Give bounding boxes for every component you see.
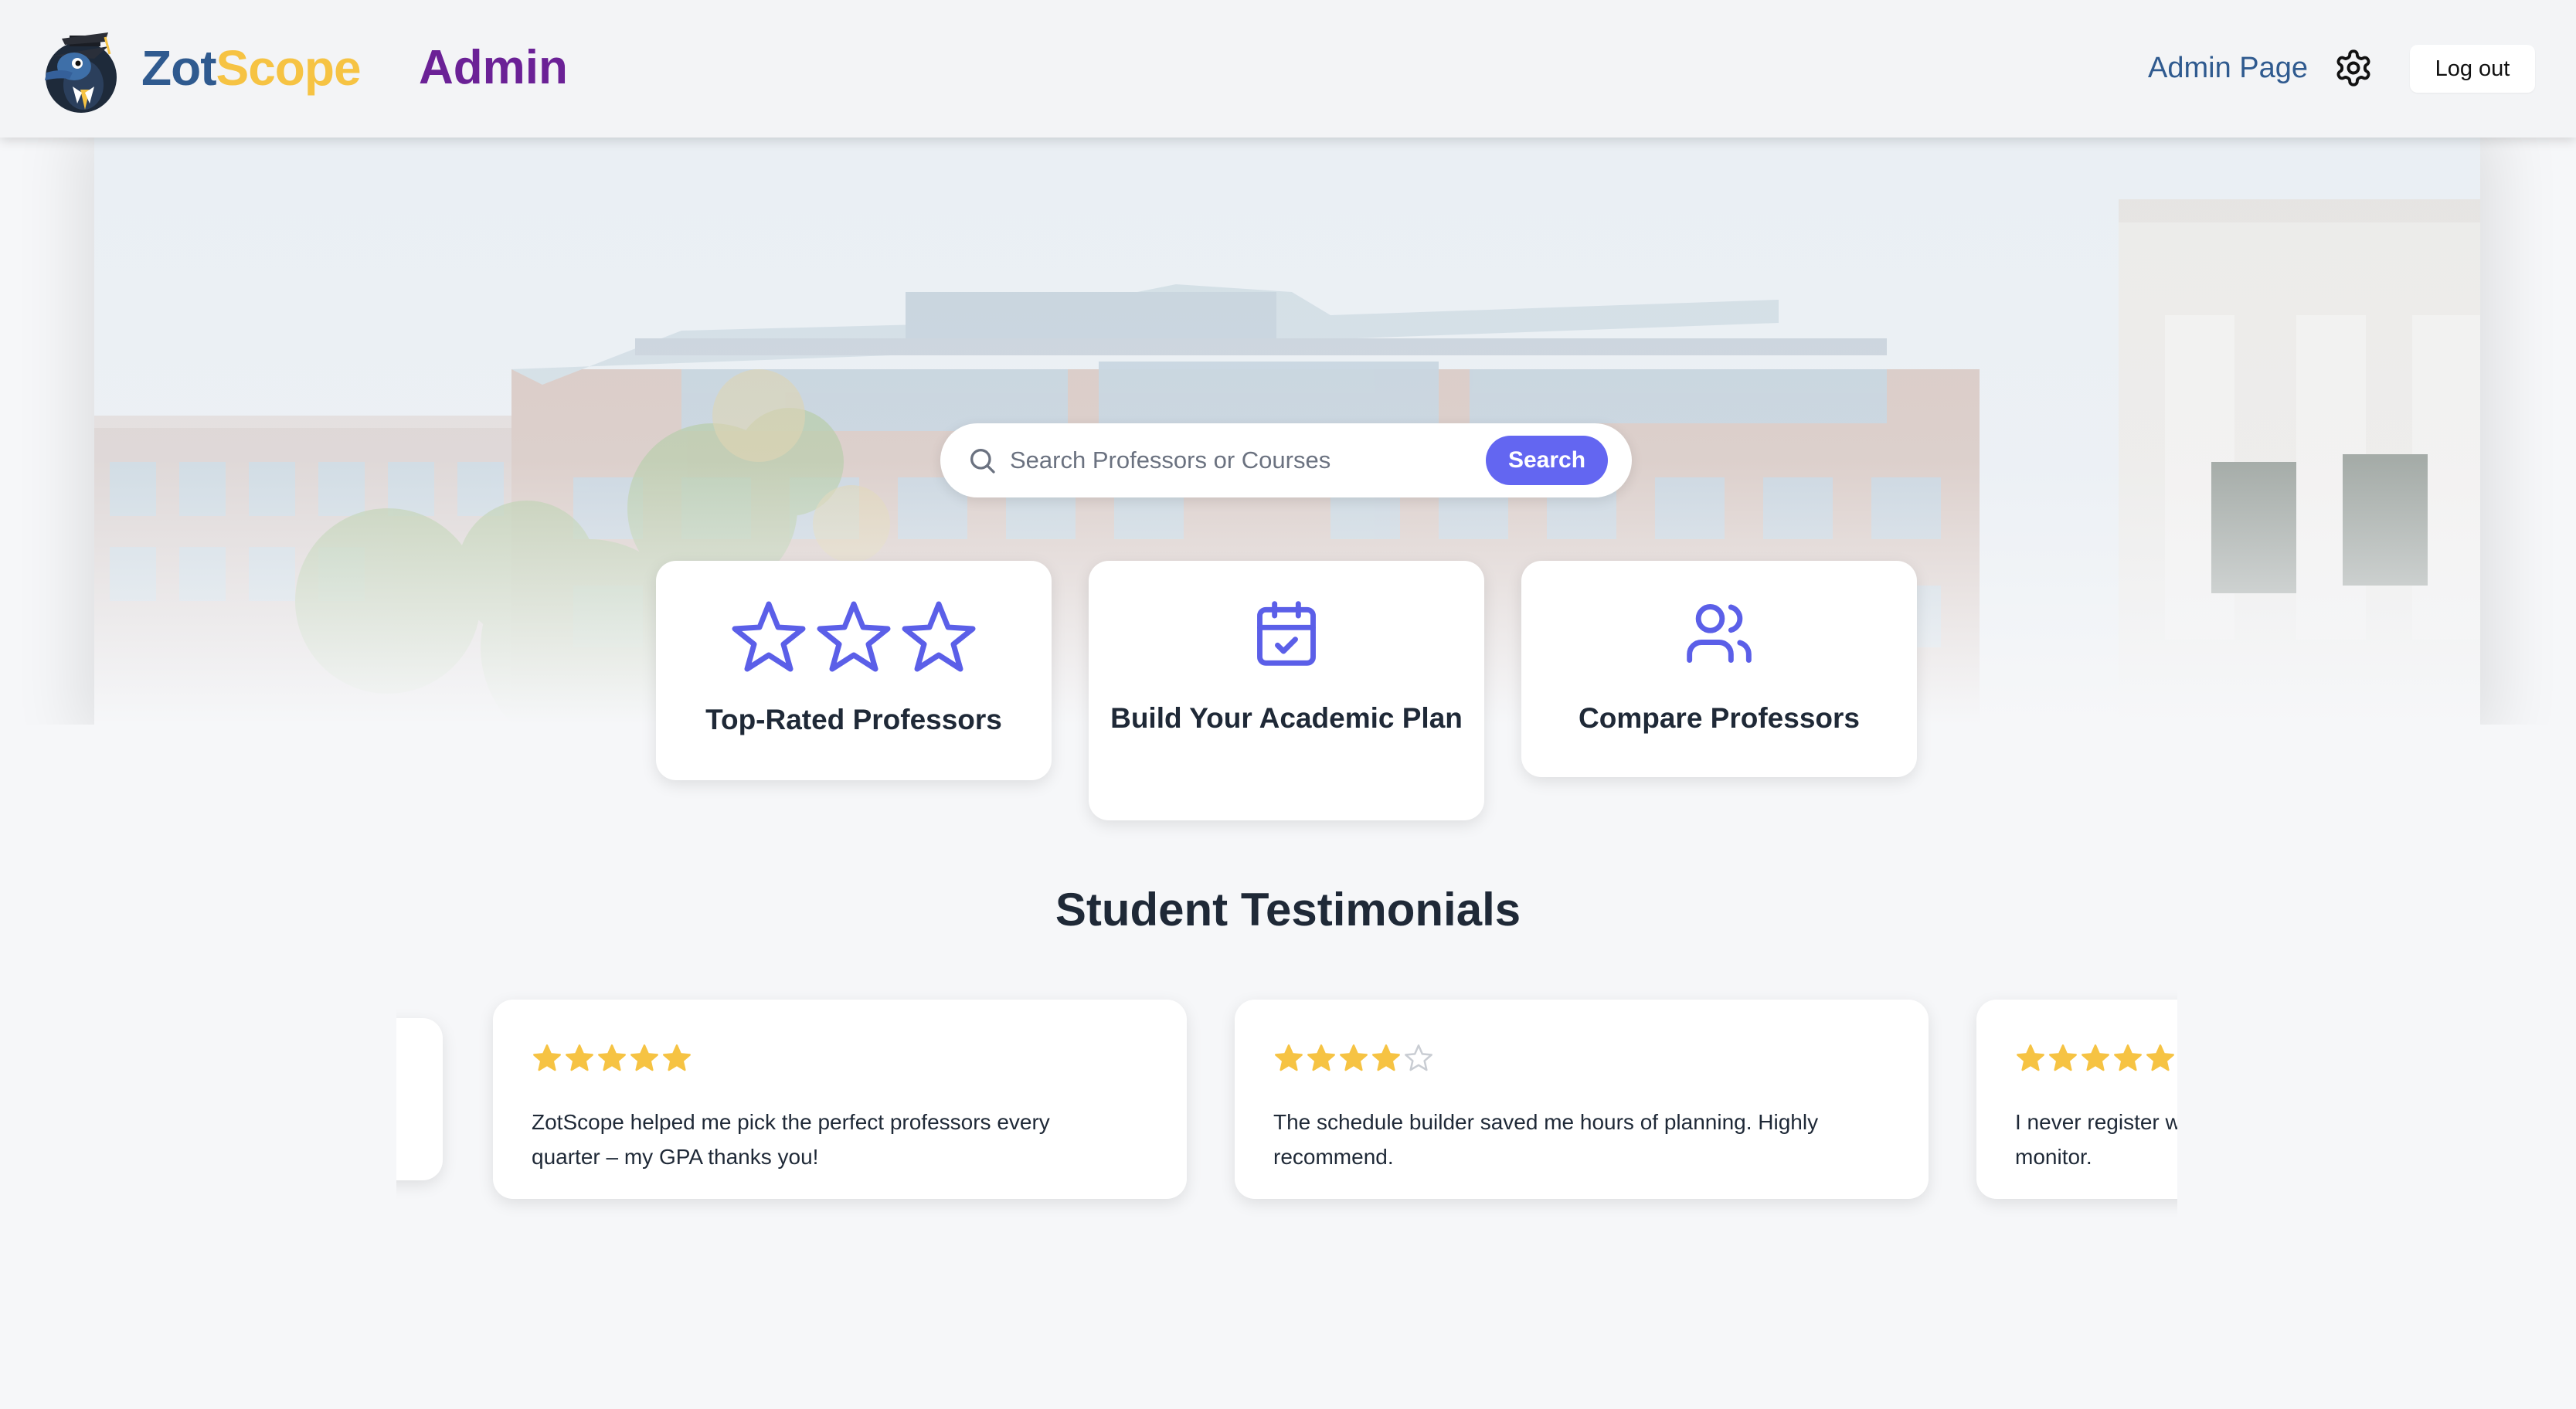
search-button[interactable]: Search xyxy=(1486,436,1608,485)
search-input[interactable] xyxy=(1010,440,1458,480)
feature-label: Build Your Academic Plan xyxy=(1110,702,1463,734)
feature-card-top-rated[interactable]: Top-Rated Professors xyxy=(656,561,1052,780)
feature-label: Compare Professors xyxy=(1579,702,1860,734)
testimonial-card: I never register w monitor. xyxy=(1976,1000,2177,1199)
star-filled-icon xyxy=(2017,1044,2044,1071)
gear-icon[interactable] xyxy=(2333,48,2374,88)
users-icon xyxy=(1687,604,1752,663)
brand-wordmark[interactable]: ZotScope xyxy=(141,40,362,96)
anteater-logo[interactable] xyxy=(39,23,124,114)
testimonial-text: I never register w monitor. xyxy=(2015,1110,2177,1169)
brand-part-zot: Zot xyxy=(141,40,216,96)
logout-button[interactable]: Log out xyxy=(2410,45,2535,93)
testimonial-text: The schedule builder saved me hours of p… xyxy=(1273,1110,1819,1169)
section-title: Admin xyxy=(419,41,568,94)
brand-part-scope: Scope xyxy=(216,40,362,96)
testimonials-heading: Student Testimonials xyxy=(1055,884,1521,935)
testimonial-card: The schedule builder saved me hours of p… xyxy=(1235,1000,1929,1199)
feature-card-academic-plan[interactable]: Build Your Academic Plan xyxy=(1089,561,1484,820)
calendar-check-icon xyxy=(1257,601,1316,666)
star-filled-icon xyxy=(598,1044,626,1071)
star-filled-icon xyxy=(1372,1044,1400,1071)
testimonial-card: ZotScope helped me pick the perfect prof… xyxy=(493,1000,1187,1199)
star-filled-icon xyxy=(1307,1044,1335,1071)
star-filled-icon xyxy=(566,1044,593,1071)
testimonial-text: e. xyxy=(396,1103,427,1138)
search-bar: Search xyxy=(940,423,1632,497)
star-filled-icon xyxy=(1275,1044,1303,1071)
feature-label: Top-Rated Professors xyxy=(705,704,1002,735)
star-filled-icon xyxy=(2082,1044,2109,1071)
star-rating xyxy=(532,1043,692,1074)
admin-page-link[interactable]: Admin Page xyxy=(2148,51,2308,85)
feature-card-compare[interactable]: Compare Professors xyxy=(1521,561,1917,777)
top-nav-bar: ZotScope Admin Admin Page Log out xyxy=(0,0,2576,138)
star-filled-icon xyxy=(2049,1044,2077,1071)
three-stars-icon xyxy=(732,601,976,672)
testimonials-carousel[interactable]: e. ZotScope helped me pick the perfect p… xyxy=(396,986,2177,1217)
star-rating xyxy=(2015,1043,2176,1074)
search-icon xyxy=(970,449,995,474)
star-filled-icon xyxy=(2146,1044,2174,1071)
testimonial-text: ZotScope helped me pick the perfect prof… xyxy=(532,1110,1050,1169)
star-filled-icon xyxy=(663,1044,691,1071)
testimonial-card: e. xyxy=(396,1018,443,1180)
star-filled-icon xyxy=(1340,1044,1368,1071)
star-filled-icon xyxy=(2114,1044,2142,1071)
star-rating xyxy=(1273,1043,1434,1074)
star-empty-icon xyxy=(1405,1044,1432,1071)
star-filled-icon xyxy=(630,1044,658,1071)
star-filled-icon xyxy=(533,1044,561,1071)
